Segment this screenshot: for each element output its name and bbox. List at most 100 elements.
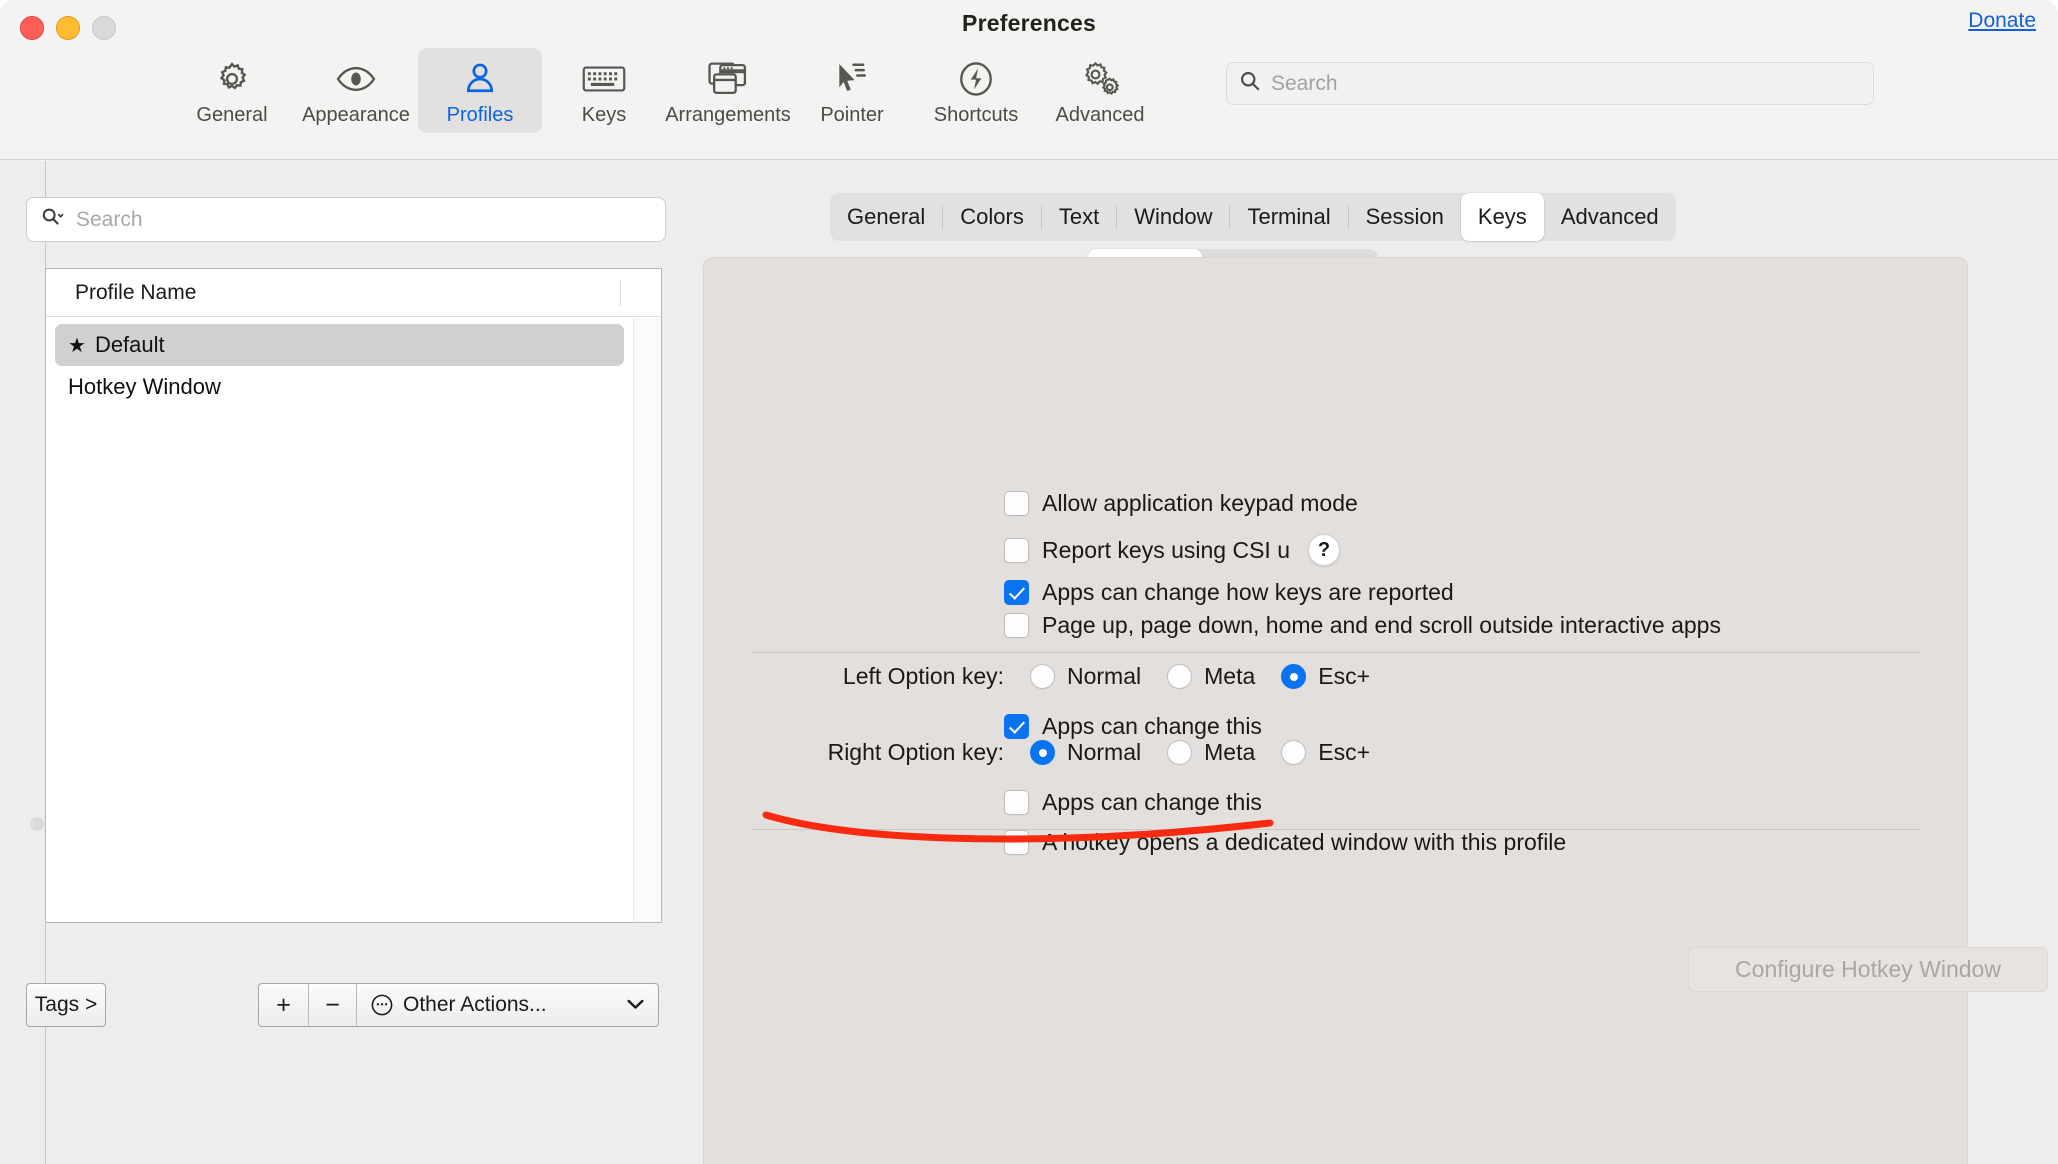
toolbar-item-label: Appearance [302,104,410,126]
keyboard-icon [582,57,626,101]
checkbox-allow-keypad-mode-row[interactable]: Allow application keypad mode [1004,490,1358,517]
checkbox-label: Report keys using CSI u [1042,536,1291,563]
star-icon: ★ [68,334,86,357]
radio-label: Meta [1204,739,1256,765]
search-icon [41,206,65,233]
toolbar-item-label: Profiles [446,104,514,126]
help-icon[interactable]: ? [1308,534,1341,566]
toolbar-item-arrangements[interactable]: Arrangements [665,48,791,133]
profile-actions-segmented-control: + − Other Actions... [258,983,659,1027]
tab-general[interactable]: General [830,193,942,241]
right-option-key-row: Right Option key: Normal Meta Esc+ [818,739,1370,766]
cursor-icon [833,57,871,101]
checkbox-page-keys-scroll[interactable] [1004,613,1029,638]
preferences-content: Search Profile Name ★ Default Hotkey Win… [0,161,2058,1164]
search-icon [1239,70,1261,97]
radio-right-option-normal[interactable] [1030,740,1055,765]
other-actions-dropdown[interactable]: Other Actions... [357,984,658,1026]
toolbar-item-appearance[interactable]: Appearance [294,48,418,133]
chevron-down-icon [627,995,644,1015]
checkbox-label: A hotkey opens a dedicated window with t… [1042,829,1567,855]
radio-label: Normal [1067,663,1142,689]
toolbar-item-label: Keys [581,104,627,126]
toolbar-item-pointer[interactable]: Pointer [790,48,914,133]
toolbar-item-label: Advanced [1055,104,1145,126]
list-item[interactable]: Hotkey Window [55,366,624,408]
tags-button[interactable]: Tags > [26,983,106,1027]
toolbar-search-placeholder: Search [1271,71,1338,95]
list-item[interactable]: ★ Default [55,324,624,366]
checkbox-label: Page up, page down, home and end scroll … [1042,612,1721,638]
radio-right-option-meta[interactable] [1167,740,1193,765]
checkbox-right-option-apps-change-row[interactable]: Apps can change this [1004,789,1262,816]
list-item-label: Default [94,332,165,357]
bolt-circle-icon [957,57,995,101]
section-divider [751,652,1921,653]
tab-session[interactable]: Session [1349,193,1461,241]
window-titlebar: Preferences Donate General Appearance Pr… [0,0,2058,160]
preferences-window: Preferences Donate General Appearance Pr… [0,0,2058,1164]
profile-search-input[interactable]: Search [26,197,666,242]
checkbox-report-keys-csi-u-row[interactable]: Report keys using CSI u ? [1004,534,1341,566]
radio-label: Esc+ [1318,739,1371,765]
other-actions-label: Other Actions... [403,993,547,1016]
toolbar-item-label: Arrangements [665,104,791,126]
windows-icon [708,57,748,101]
radio-right-option-esc[interactable] [1281,740,1307,765]
gear-icon [213,57,251,101]
toolbar-item-general[interactable]: General [170,48,294,133]
page-title: Preferences [962,10,1096,36]
donate-link[interactable]: Donate [1968,9,2036,33]
tab-keys[interactable]: Keys [1460,193,1544,241]
toolbar-item-keys[interactable]: Keys [542,48,666,133]
tab-advanced[interactable]: Advanced [1544,193,1676,241]
radio-left-option-normal[interactable] [1030,664,1055,689]
profiles-sidebar: Search Profile Name ★ Default Hotkey Win… [0,161,700,1164]
checkbox-apps-change-key-reporting[interactable] [1004,580,1029,605]
tab-text[interactable]: Text [1042,193,1116,241]
person-icon [461,57,499,101]
eye-icon [335,57,377,101]
profile-tabbar: General Colors Text Window Terminal Sess… [830,193,1676,241]
toolbar-item-label: Pointer [820,104,884,126]
column-header-profile-name[interactable]: Profile Name [75,281,196,305]
checkbox-label: Apps can change this [1042,713,1262,739]
radio-label: Meta [1204,663,1256,689]
add-profile-button[interactable]: + [259,984,309,1026]
right-option-key-caption: Right Option key: [827,739,1004,765]
toolbar-search-field[interactable]: Search [1226,62,1874,105]
checkbox-left-option-apps-change[interactable] [1004,714,1029,739]
list-item-label: Hotkey Window [68,374,221,399]
checkbox-right-option-apps-change[interactable] [1004,790,1029,815]
checkbox-apps-change-key-reporting-row[interactable]: Apps can change how keys are reported [1004,579,1454,606]
checkbox-hotkey-dedicated-window-row[interactable]: A hotkey opens a dedicated window with t… [1004,829,1566,856]
radio-left-option-esc[interactable] [1281,664,1307,689]
profile-list-scrollbar[interactable] [633,318,661,922]
profile-list-header: Profile Name [46,269,661,317]
toolbar-item-shortcuts[interactable]: Shortcuts [914,48,1038,133]
toolbar-item-label: General [196,104,268,126]
profile-search-placeholder: Search [76,207,143,231]
preferences-toolbar: General Appearance Profiles Keys Arrange… [170,48,1162,133]
left-option-key-caption: Left Option key: [842,663,1004,689]
toolbar-item-label: Shortcuts [933,104,1019,126]
configure-hotkey-window-button[interactable]: Configure Hotkey Window [1688,947,2048,992]
gears-icon [1079,57,1121,101]
toolbar-item-profiles[interactable]: Profiles [418,48,542,133]
tab-window[interactable]: Window [1117,193,1229,241]
checkbox-page-keys-scroll-row[interactable]: Page up, page down, home and end scroll … [1004,612,1721,639]
radio-label: Normal [1067,739,1142,765]
remove-profile-button[interactable]: − [309,984,357,1026]
checkbox-hotkey-dedicated-window[interactable] [1004,830,1029,855]
profile-list-rows: ★ Default Hotkey Window [46,318,633,922]
checkbox-allow-keypad-mode[interactable] [1004,491,1029,516]
column-resize-handle[interactable] [620,280,621,306]
left-option-key-row: Left Option key: Normal Meta Esc+ [832,663,1370,690]
tab-terminal[interactable]: Terminal [1230,193,1347,241]
checkbox-left-option-apps-change-row[interactable]: Apps can change this [1004,713,1262,740]
radio-left-option-meta[interactable] [1167,664,1193,689]
checkbox-report-keys-csi-u[interactable] [1004,537,1029,563]
tab-colors[interactable]: Colors [943,193,1041,241]
keys-settings-panel: Allow application keypad mode Report key… [703,257,1968,1164]
toolbar-item-advanced[interactable]: Advanced [1038,48,1162,133]
